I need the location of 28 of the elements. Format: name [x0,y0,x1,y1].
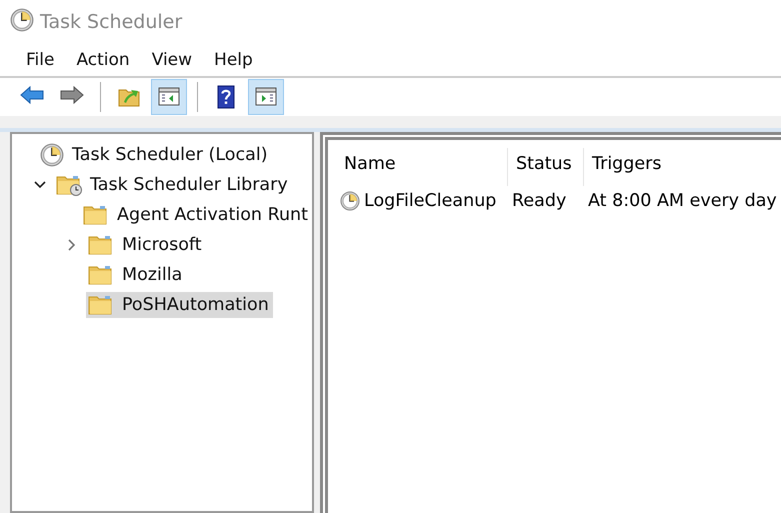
menu-item[interactable]: View [140,50,204,70]
folder-clock-icon [56,174,82,196]
menu-item[interactable]: Action [65,50,141,70]
folder-icon [83,204,110,226]
toolbar-button[interactable] [151,79,187,115]
menu-item[interactable]: Help [203,50,264,70]
folder-icon [88,234,114,256]
clock-icon [340,191,360,211]
folder-icon [88,264,114,286]
window-title: Task Scheduler [40,11,182,33]
table-cell-text: At 8:00 AM every day [587,190,778,213]
tree-item[interactable]: Agent Activation Runt [81,202,312,228]
column-header[interactable]: Status [508,148,584,186]
tree-item[interactable]: Microsoft [86,232,206,258]
tree-item[interactable]: Mozilla [86,262,186,288]
column-header[interactable]: Triggers [584,148,781,186]
table-cell: LogFileCleanup [336,186,508,216]
clock-icon [10,8,34,32]
toolbar-button[interactable] [248,79,284,115]
column-header[interactable]: Name [336,148,508,186]
clock-icon [40,143,64,167]
tree-item[interactable]: Task Scheduler Library [54,172,292,198]
table-cell-text: Ready [511,190,568,213]
menu-item[interactable]: File [16,50,66,70]
folder-icon [88,294,114,316]
tree-item[interactable]: Task Scheduler (Local) [38,141,272,169]
tree-item[interactable]: PoSHAutomation [86,292,273,318]
collapse-chevron-icon[interactable] [32,181,48,189]
